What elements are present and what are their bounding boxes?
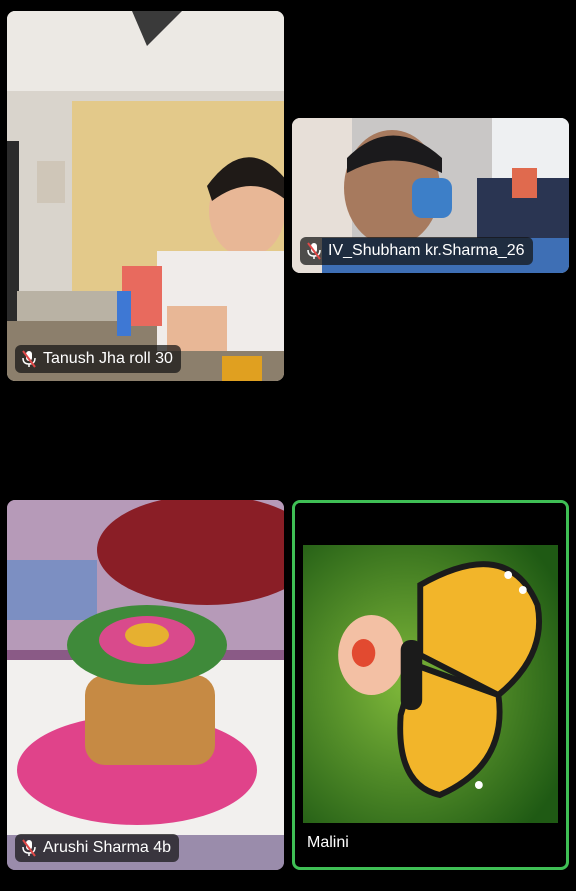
participant-name: IV_Shubham kr.Sharma_26 bbox=[328, 242, 525, 259]
mic-off-icon bbox=[306, 242, 322, 260]
participant-tile-arushi[interactable]: Arushi Sharma 4b bbox=[7, 500, 284, 870]
video-grid: Tanush Jha roll 30 IV_Shubham kr.Sharma_… bbox=[0, 0, 576, 891]
mic-off-icon bbox=[21, 839, 37, 857]
letterbox-top bbox=[295, 503, 566, 545]
participant-name: Arushi Sharma 4b bbox=[43, 839, 172, 856]
participant-name: Tanush Jha roll 30 bbox=[43, 350, 173, 367]
participant-avatar-image bbox=[303, 545, 558, 823]
participant-name-chip: Malini bbox=[303, 829, 357, 857]
mic-off-icon bbox=[21, 350, 37, 368]
participant-name-chip: Tanush Jha roll 30 bbox=[15, 345, 181, 373]
participant-name: Malini bbox=[307, 834, 349, 851]
participant-tile-shubham[interactable]: IV_Shubham kr.Sharma_26 bbox=[292, 118, 569, 273]
participant-tile-malini[interactable]: Malini bbox=[292, 500, 569, 870]
participant-name-chip: IV_Shubham kr.Sharma_26 bbox=[300, 237, 533, 265]
participant-name-chip: Arushi Sharma 4b bbox=[15, 834, 180, 862]
participant-video bbox=[7, 500, 284, 870]
participant-tile-tanush[interactable]: Tanush Jha roll 30 bbox=[7, 11, 284, 381]
participant-video bbox=[7, 11, 284, 381]
